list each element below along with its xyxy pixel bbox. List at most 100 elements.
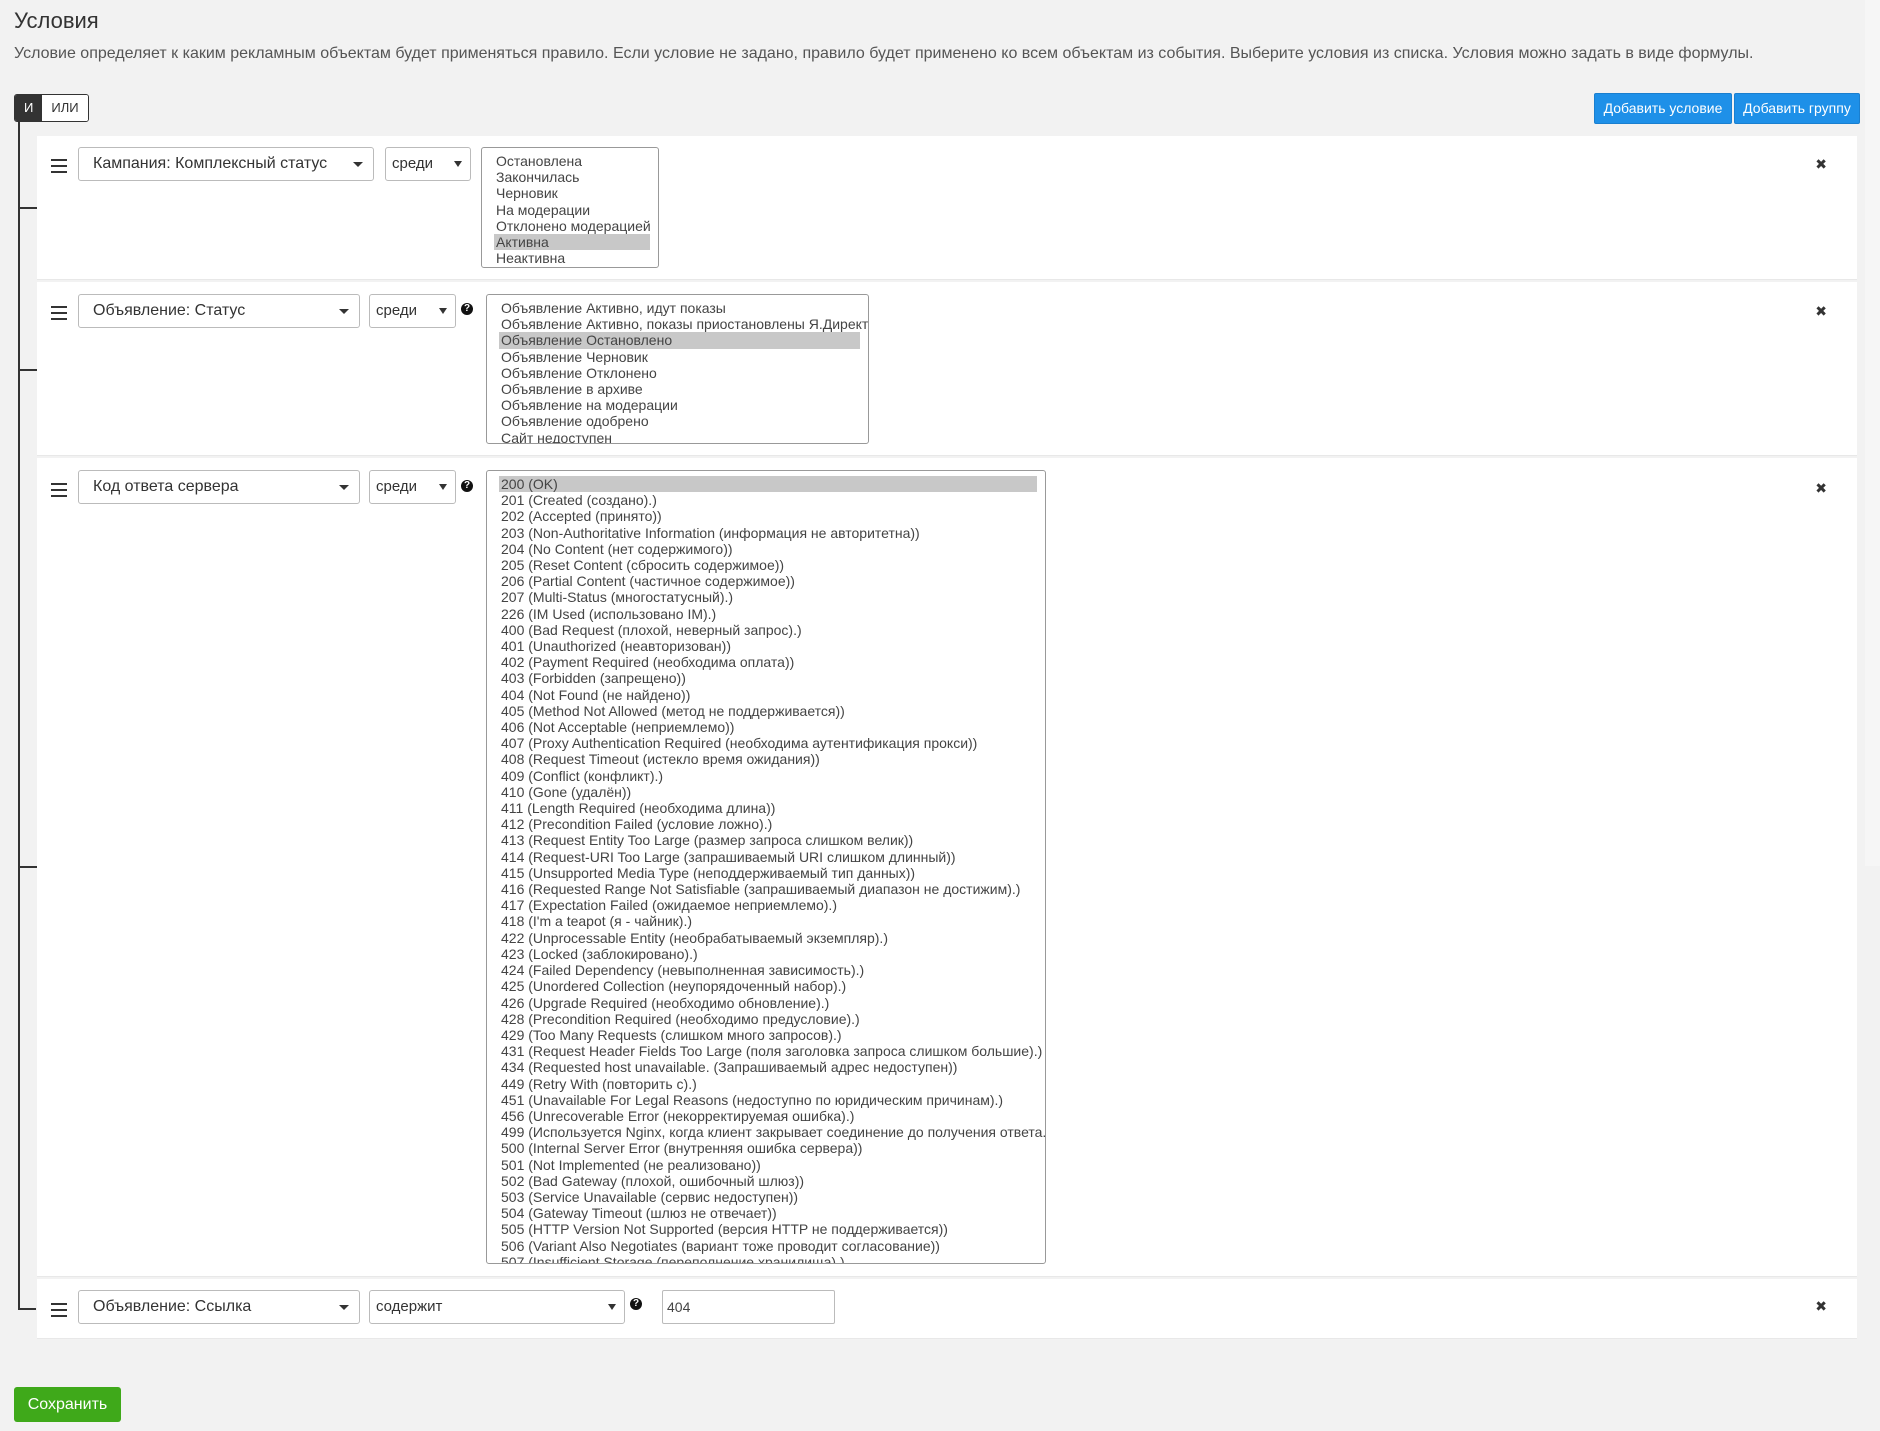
listbox-option[interactable]: 414 (Request-URI Too Large (запрашиваемы…	[499, 849, 1037, 865]
listbox-option[interactable]: 502 (Bad Gateway (плохой, ошибочный шлюз…	[499, 1173, 1037, 1189]
listbox-option[interactable]: Объявление Остановлено	[499, 332, 860, 349]
tree-branch	[18, 369, 38, 371]
listbox-option[interactable]: 499 (Используется Nginx, когда клиент за…	[499, 1124, 1045, 1140]
listbox-option[interactable]: 425 (Unordered Collection (неупорядоченн…	[499, 978, 1037, 994]
listbox-option[interactable]: Объявление Активно, показы приостановлен…	[499, 316, 868, 332]
listbox-option[interactable]: 404 (Not Found (не найдено))	[499, 687, 1037, 703]
logic-or-button[interactable]: ИЛИ	[42, 95, 88, 121]
listbox-option[interactable]: 403 (Forbidden (запрещено))	[499, 670, 1037, 686]
listbox-option[interactable]: 449 (Retry With (повторить с).)	[499, 1076, 1037, 1092]
listbox-option[interactable]: 417 (Expectation Failed (ожидаемое непри…	[499, 897, 1037, 913]
listbox-option[interactable]: 428 (Precondition Required (необходимо п…	[499, 1011, 1037, 1027]
condition-operator-select[interactable]: среди	[369, 470, 456, 504]
listbox-option[interactable]: 503 (Service Unavailable (сервис недосту…	[499, 1189, 1037, 1205]
listbox-option[interactable]: 434 (Requested host unavailable. (Запраш…	[499, 1059, 1037, 1075]
listbox-option[interactable]: Объявление одобрено	[499, 413, 860, 429]
condition-operator-select[interactable]: среди	[369, 294, 456, 328]
drag-handle-icon[interactable]	[51, 159, 67, 177]
listbox-option[interactable]: Активна	[494, 234, 650, 251]
listbox-option[interactable]: Черновик	[494, 185, 650, 201]
condition-operator-select[interactable]: содержит	[369, 1290, 625, 1324]
listbox-option[interactable]: 402 (Payment Required (необходима оплата…	[499, 654, 1037, 670]
listbox-option[interactable]: 411 (Length Required (необходима длина))	[499, 800, 1037, 816]
listbox-option[interactable]: Закончилась	[494, 169, 650, 185]
listbox-option[interactable]: 506 (Variant Also Negotiates (вариант то…	[499, 1238, 1037, 1254]
help-icon[interactable]: ?	[461, 303, 473, 315]
listbox-option[interactable]: Объявление Черновик	[499, 349, 860, 365]
condition-values-listbox[interactable]: 200 (OK) 201 (Created (создано).) 202 (Acc…	[486, 470, 1046, 1264]
listbox-option[interactable]: 410 (Gone (удалён))	[499, 784, 1037, 800]
condition-row: Кампания: Комплексный статус среди Остан…	[37, 136, 1857, 280]
listbox-option[interactable]: 426 (Upgrade Required (необходимо обновл…	[499, 995, 1037, 1011]
drag-handle-icon[interactable]	[51, 483, 67, 501]
listbox-option[interactable]: 507 (Insufficient Storage (переполнение …	[499, 1254, 1037, 1263]
listbox-option[interactable]: 206 (Partial Content (частичное содержим…	[499, 573, 1037, 589]
listbox-option[interactable]: 406 (Not Acceptable (неприемлемо))	[499, 719, 1037, 735]
listbox-option[interactable]: Объявление в архиве	[499, 381, 860, 397]
logic-and-button[interactable]: И	[15, 95, 43, 121]
condition-field-select[interactable]: Кампания: Комплексный статус	[78, 147, 374, 181]
listbox-option[interactable]: 226 (IM Used (использовано IM).)	[499, 606, 1037, 622]
listbox-option[interactable]: 504 (Gateway Timeout (шлюз не отвечает))	[499, 1205, 1037, 1221]
listbox-option[interactable]: 400 (Bad Request (плохой, неверный запро…	[499, 622, 1037, 638]
listbox-option[interactable]: 207 (Multi-Status (многостатусный).)	[499, 589, 1037, 605]
listbox-option[interactable]: 505 (HTTP Version Not Supported (версия …	[499, 1221, 1037, 1237]
listbox-option[interactable]: Неактивна	[494, 250, 650, 266]
listbox-option[interactable]: Объявление Отклонено	[499, 365, 860, 381]
listbox-option[interactable]: 415 (Unsupported Media Type (неподдержив…	[499, 865, 1037, 881]
condition-field-select[interactable]: Код ответа сервера	[78, 470, 360, 504]
close-icon[interactable]: ✖	[1815, 480, 1827, 497]
listbox-option[interactable]: 431 (Request Header Fields Too Large (по…	[499, 1043, 1042, 1059]
listbox-option[interactable]: 201 (Created (создано).)	[499, 492, 1037, 508]
condition-value-input[interactable]: 404	[662, 1290, 835, 1324]
listbox-option[interactable]: 409 (Conflict (конфликт).)	[499, 768, 1037, 784]
tree-branch	[18, 866, 38, 868]
close-icon[interactable]: ✖	[1815, 156, 1827, 173]
listbox-option[interactable]: 407 (Proxy Authentication Required (необ…	[499, 735, 1037, 751]
listbox-option[interactable]: На модерации	[494, 202, 650, 218]
help-icon[interactable]: ?	[461, 480, 473, 492]
drag-handle-icon[interactable]	[51, 1303, 67, 1321]
add-condition-button[interactable]: Добавить условие	[1594, 93, 1732, 124]
listbox-option[interactable]: Объявление на модерации	[499, 397, 860, 413]
condition-row: Объявление: Статус среди ? Объявление Ак…	[37, 282, 1857, 456]
listbox-option[interactable]: 429 (Too Many Requests (слишком много за…	[499, 1027, 1037, 1043]
listbox-option[interactable]: Сайт недоступен	[499, 430, 860, 443]
condition-operator-select[interactable]: среди	[385, 147, 471, 181]
help-icon[interactable]: ?	[630, 1298, 642, 1310]
close-icon[interactable]: ✖	[1815, 1298, 1827, 1315]
listbox-option[interactable]: Отклонено модерацией	[494, 218, 651, 234]
caret-down-icon	[339, 1305, 349, 1310]
listbox-option[interactable]: 202 (Accepted (принято))	[499, 508, 1037, 524]
drag-handle-icon[interactable]	[51, 306, 67, 324]
listbox-option[interactable]: 412 (Precondition Failed (условие ложно)…	[499, 816, 1037, 832]
listbox-option[interactable]: 423 (Locked (заблокировано).)	[499, 946, 1037, 962]
listbox-option[interactable]: 408 (Request Timeout (истекло время ожид…	[499, 751, 1037, 767]
close-icon[interactable]: ✖	[1815, 303, 1827, 320]
listbox-option[interactable]: 200 (OK)	[499, 476, 1037, 493]
listbox-option[interactable]: 203 (Non-Authoritative Information (инфо…	[499, 525, 1037, 541]
condition-field-select[interactable]: Объявление: Ссылка	[78, 1290, 360, 1324]
listbox-option[interactable]: 418 (I'm a teapot (я - чайник).)	[499, 913, 1037, 929]
condition-values-listbox[interactable]: Объявление Активно, идут показы Объявлени…	[486, 294, 869, 444]
save-button[interactable]: Сохранить	[14, 1387, 121, 1422]
listbox-option[interactable]: 204 (No Content (нет содержимого))	[499, 541, 1037, 557]
condition-field-select[interactable]: Объявление: Статус	[78, 294, 360, 328]
add-group-button[interactable]: Добавить группу	[1734, 93, 1860, 124]
listbox-option[interactable]: 413 (Request Entity Too Large (размер за…	[499, 832, 1037, 848]
listbox-option[interactable]: 451 (Unavailable For Legal Reasons (недо…	[499, 1092, 1037, 1108]
listbox-option[interactable]: Объявление Активно, идут показы	[499, 300, 860, 316]
tree-branch	[18, 1308, 36, 1310]
caret-down-icon	[339, 309, 349, 314]
listbox-option[interactable]: Остановлена	[494, 153, 650, 169]
listbox-option[interactable]: 424 (Failed Dependency (невыполненная за…	[499, 962, 1037, 978]
listbox-option[interactable]: 405 (Method Not Allowed (метод не поддер…	[499, 703, 1037, 719]
listbox-option[interactable]: 422 (Unprocessable Entity (необрабатывае…	[499, 930, 1037, 946]
listbox-option[interactable]: 416 (Requested Range Not Satisfiable (за…	[499, 881, 1037, 897]
listbox-option[interactable]: 456 (Unrecoverable Error (некорректируем…	[499, 1108, 1037, 1124]
listbox-option[interactable]: 500 (Internal Server Error (внутренняя о…	[499, 1140, 1037, 1156]
listbox-option[interactable]: 501 (Not Implemented (не реализовано))	[499, 1157, 1037, 1173]
listbox-option[interactable]: 401 (Unauthorized (неавторизован))	[499, 638, 1037, 654]
condition-values-listbox[interactable]: Остановлена Закончилась Черновик На модерац…	[481, 147, 659, 268]
listbox-option[interactable]: 205 (Reset Content (сбросить содержимое)…	[499, 557, 1037, 573]
